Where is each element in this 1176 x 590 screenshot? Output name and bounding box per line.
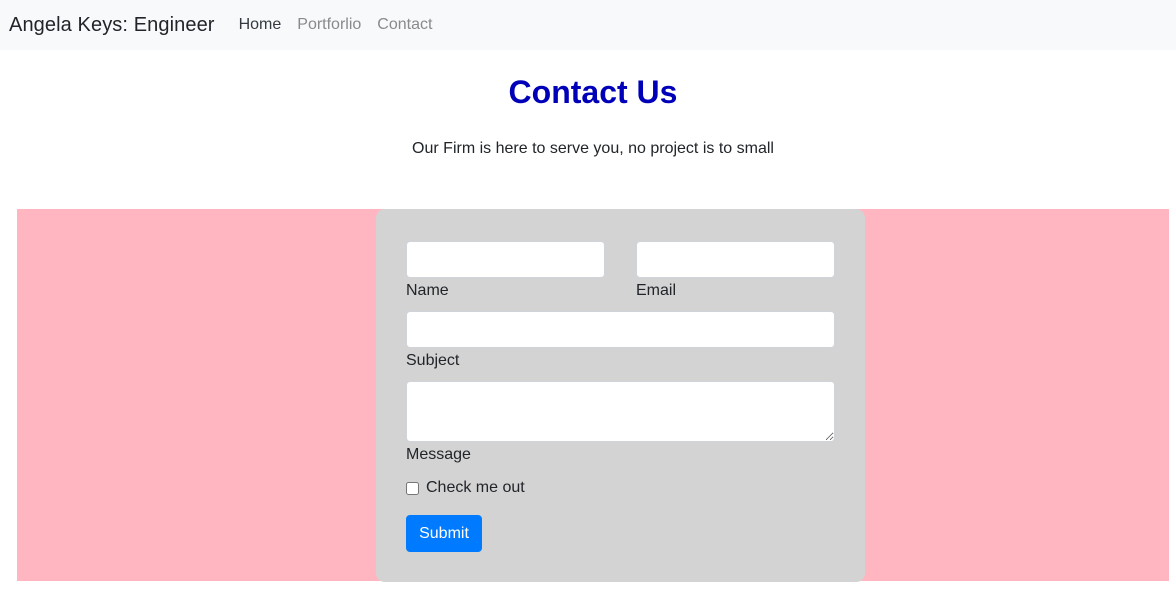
subject-input[interactable] [406, 311, 835, 348]
navbar: Angela Keys: Engineer Home Portforlio Co… [0, 0, 1176, 50]
nav-links: Home Portforlio Contact [239, 16, 449, 34]
check-me-out-checkbox[interactable] [406, 481, 419, 495]
nav-link-contact[interactable]: Contact [377, 16, 432, 34]
nav-link-portfolio[interactable]: Portforlio [297, 16, 361, 34]
submit-button[interactable]: Submit [406, 515, 482, 552]
page-title: Contact Us [508, 74, 678, 110]
page-subtitle: Our Firm is here to serve you, no projec… [412, 140, 774, 157]
name-input[interactable] [406, 241, 605, 278]
check-row: Check me out [406, 479, 525, 497]
message-textarea[interactable] [406, 381, 835, 442]
email-input[interactable] [636, 241, 835, 278]
navbar-brand[interactable]: Angela Keys: Engineer [9, 14, 215, 37]
message-label: Message [406, 446, 471, 463]
contact-form: Name Email Subject Message Check me out … [376, 209, 865, 582]
nav-link-home[interactable]: Home [239, 16, 282, 34]
name-label: Name [406, 282, 449, 299]
subject-label: Subject [406, 352, 460, 369]
checkbox-label: Check me out [426, 479, 525, 496]
email-label: Email [636, 282, 677, 299]
